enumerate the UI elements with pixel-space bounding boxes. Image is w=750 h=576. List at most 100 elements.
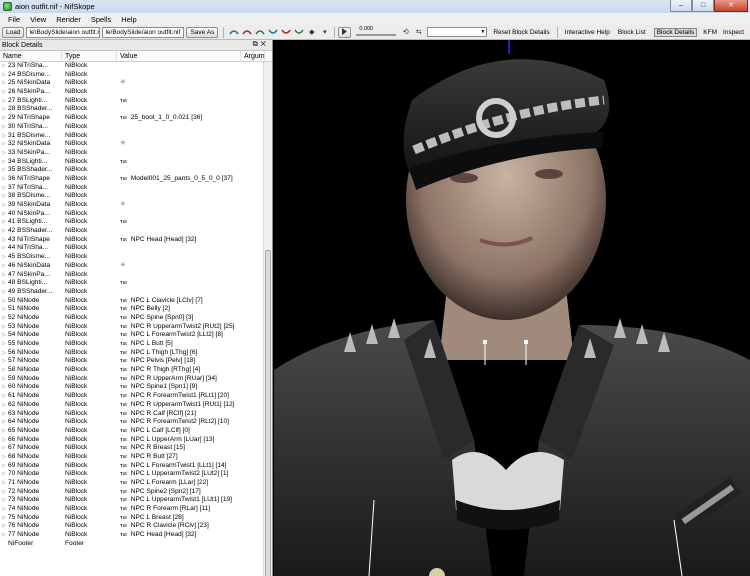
expand-arrow-icon[interactable]: ▷: [0, 262, 8, 271]
expand-arrow-icon[interactable]: ▷: [0, 184, 8, 193]
block-row[interactable]: ▷ 41 BSLighti... NiBlock Txt: [0, 218, 263, 227]
interactive-help-button[interactable]: Interactive Help: [565, 29, 610, 36]
render-viewport[interactable]: [274, 40, 750, 576]
kfm-button[interactable]: KFM: [703, 29, 717, 36]
block-row[interactable]: ▷ 77 NiNode NiBlock Txt NPC Head [Head] [32]: [0, 531, 263, 540]
block-row[interactable]: ▷ 28 BSShader... NiBlock: [0, 105, 263, 114]
view-side-icon[interactable]: [241, 27, 252, 38]
expand-arrow-icon[interactable]: ▷: [0, 288, 8, 297]
expand-arrow-icon[interactable]: ▷: [0, 410, 8, 419]
time-slider[interactable]: 0.000: [356, 26, 397, 38]
block-row[interactable]: ▷ 33 NiSkinPa... NiBlock: [0, 149, 263, 158]
block-row[interactable]: ▷ 67 NiNode NiBlock Txt NPC R Breast [15]: [0, 444, 263, 453]
block-row[interactable]: ▷ 72 NiNode NiBlock Txt NPC Spine2 [Spn2] [1…: [0, 488, 263, 497]
column-value[interactable]: Value: [117, 50, 241, 62]
column-name[interactable]: Name: [0, 50, 62, 62]
expand-arrow-icon[interactable]: ▷: [0, 505, 8, 514]
block-row[interactable]: ▷ 69 NiNode NiBlock Txt NPC L ForearmTwist1 …: [0, 462, 263, 471]
expand-arrow-icon[interactable]: ▷: [0, 227, 8, 236]
vertical-scrollbar[interactable]: [263, 62, 272, 576]
maximize-button[interactable]: □: [692, 0, 714, 12]
block-row[interactable]: ▷ 56 NiNode NiBlock Txt NPC L Thigh [LThg] […: [0, 349, 263, 358]
expand-arrow-icon[interactable]: ▷: [0, 132, 8, 141]
block-row[interactable]: ▷ 53 NiNode NiBlock Txt NPC R UpperarmTwist2…: [0, 323, 263, 332]
expand-arrow-icon[interactable]: ▷: [0, 158, 8, 167]
reset-block-details-button[interactable]: Reset Block Details: [493, 29, 549, 36]
animation-select[interactable]: ▼: [427, 27, 488, 37]
block-row[interactable]: ▷ 49 BSShader... NiBlock: [0, 288, 263, 297]
block-row[interactable]: ▷ 57 NiNode NiBlock Txt NPC Pelvis [Pelv] [1…: [0, 357, 263, 366]
perspective-icon[interactable]: ◆: [306, 27, 317, 38]
play-button[interactable]: [338, 26, 352, 38]
block-row[interactable]: ▷ 45 BSDisme... NiBlock: [0, 253, 263, 262]
expand-arrow-icon[interactable]: ▷: [0, 436, 8, 445]
menu-spells[interactable]: Spells: [86, 15, 116, 24]
expand-arrow-icon[interactable]: ▷: [0, 383, 8, 392]
panel-controls[interactable]: ⧉✕: [253, 41, 269, 49]
block-row[interactable]: ▷ 37 NiTriSha... NiBlock: [0, 184, 263, 193]
block-row[interactable]: ▷ 35 BSShader... NiBlock: [0, 166, 263, 175]
expand-arrow-icon[interactable]: ▷: [0, 253, 8, 262]
load-button[interactable]: Load: [2, 26, 25, 38]
block-row[interactable]: ▷ 65 NiNode NiBlock Txt NPC L Calf [LClf] [0…: [0, 427, 263, 436]
view-front-icon[interactable]: [228, 27, 239, 38]
block-row[interactable]: ▷ 48 BSLighti... NiBlock Txt: [0, 279, 263, 288]
expand-arrow-icon[interactable]: ▷: [0, 114, 8, 123]
expand-arrow-icon[interactable]: ▷: [0, 496, 8, 505]
block-row[interactable]: ▷ 58 NiNode NiBlock Txt NPC R Thigh [RThg] […: [0, 366, 263, 375]
expand-arrow-icon[interactable]: ▷: [0, 444, 8, 453]
block-row[interactable]: ▷ 52 NiNode NiBlock Txt NPC Spine [Spn0] [3]: [0, 314, 263, 323]
block-row[interactable]: ▷ 70 NiNode NiBlock Txt NPC L UpperarmTwist2…: [0, 470, 263, 479]
block-row[interactable]: ▷ 25 NiSkinData NiBlock ✳: [0, 79, 263, 88]
view-top-icon[interactable]: [254, 27, 265, 38]
block-row[interactable]: ▷ 51 NiNode NiBlock Txt NPC Belly [2]: [0, 305, 263, 314]
block-row[interactable]: ▷ 31 BSDisme... NiBlock: [0, 132, 263, 141]
column-type[interactable]: Type: [62, 50, 117, 62]
block-row[interactable]: ▷ 63 NiNode NiBlock Txt NPC R Calf [RClf] [2…: [0, 410, 263, 419]
block-row[interactable]: ▷ 74 NiNode NiBlock Txt NPC R Forearm [RLar]…: [0, 505, 263, 514]
block-row[interactable]: ▷ 32 NiSkinData NiBlock ✳: [0, 140, 263, 149]
chevron-down-icon[interactable]: ▾: [319, 27, 330, 38]
expand-arrow-icon[interactable]: ▷: [0, 305, 8, 314]
expand-arrow-icon[interactable]: ▷: [0, 462, 8, 471]
expand-arrow-icon[interactable]: ▷: [0, 531, 8, 540]
block-row[interactable]: ▷ 43 NiTriShape NiBlock Txt NPC Head [Head] …: [0, 236, 263, 245]
block-row[interactable]: ▷ 68 NiNode NiBlock Txt NPC R Butt [27]: [0, 453, 263, 462]
scrollbar-thumb[interactable]: [265, 250, 271, 576]
block-row[interactable]: NiFooter Footer: [0, 540, 263, 549]
walk-mode-icon[interactable]: [280, 27, 291, 38]
expand-arrow-icon[interactable]: ▷: [0, 79, 8, 88]
block-row[interactable]: ▷ 61 NiNode NiBlock Txt NPC R ForearmTwist1 …: [0, 392, 263, 401]
expand-arrow-icon[interactable]: ▷: [0, 62, 8, 71]
expand-arrow-icon[interactable]: ▷: [0, 192, 8, 201]
menu-render[interactable]: Render: [51, 15, 86, 24]
expand-arrow-icon[interactable]: ▷: [0, 418, 8, 427]
expand-arrow-icon[interactable]: ▷: [0, 175, 8, 184]
expand-arrow-icon[interactable]: ▷: [0, 201, 8, 210]
expand-arrow-icon[interactable]: ▷: [0, 149, 8, 158]
expand-arrow-icon[interactable]: ▷: [0, 453, 8, 462]
flip-view-icon[interactable]: [293, 27, 304, 38]
block-row[interactable]: ▷ 59 NiNode NiBlock Txt NPC R UpperArm [RUar…: [0, 375, 263, 384]
column-argument[interactable]: Argum: [241, 50, 265, 62]
expand-arrow-icon[interactable]: ▷: [0, 323, 8, 332]
save-path-field[interactable]: le/BodySlide/aion outfit.nif: [102, 26, 185, 38]
loop-icon[interactable]: ⟲: [400, 27, 411, 38]
expand-arrow-icon[interactable]: ▷: [0, 140, 8, 149]
expand-arrow-icon[interactable]: ▷: [0, 236, 8, 245]
expand-arrow-icon[interactable]: ▷: [0, 71, 8, 80]
expand-arrow-icon[interactable]: ▷: [0, 279, 8, 288]
expand-arrow-icon[interactable]: ▷: [0, 297, 8, 306]
block-row[interactable]: ▷ 60 NiNode NiBlock Txt NPC Spine1 [Spn1] [9…: [0, 383, 263, 392]
expand-arrow-icon[interactable]: ▷: [0, 470, 8, 479]
load-path-field[interactable]: le\BodySlide\aion outfit.nif: [26, 26, 101, 38]
expand-arrow-icon[interactable]: ▷: [0, 271, 8, 280]
expand-arrow-icon[interactable]: ▷: [0, 123, 8, 132]
expand-arrow-icon[interactable]: ▷: [0, 244, 8, 253]
block-row[interactable]: ▷ 73 NiNode NiBlock Txt NPC L UpperarmTwist1…: [0, 496, 263, 505]
expand-arrow-icon[interactable]: ▷: [0, 357, 8, 366]
expand-arrow-icon[interactable]: ▷: [0, 88, 8, 97]
block-row[interactable]: ▷ 75 NiNode NiBlock Txt NPC L Breast [28]: [0, 514, 263, 523]
block-row[interactable]: ▷ 64 NiNode NiBlock Txt NPC R ForearmTwist2 …: [0, 418, 263, 427]
block-row[interactable]: ▷ 66 NiNode NiBlock Txt NPC L UpperArm [LUar…: [0, 436, 263, 445]
